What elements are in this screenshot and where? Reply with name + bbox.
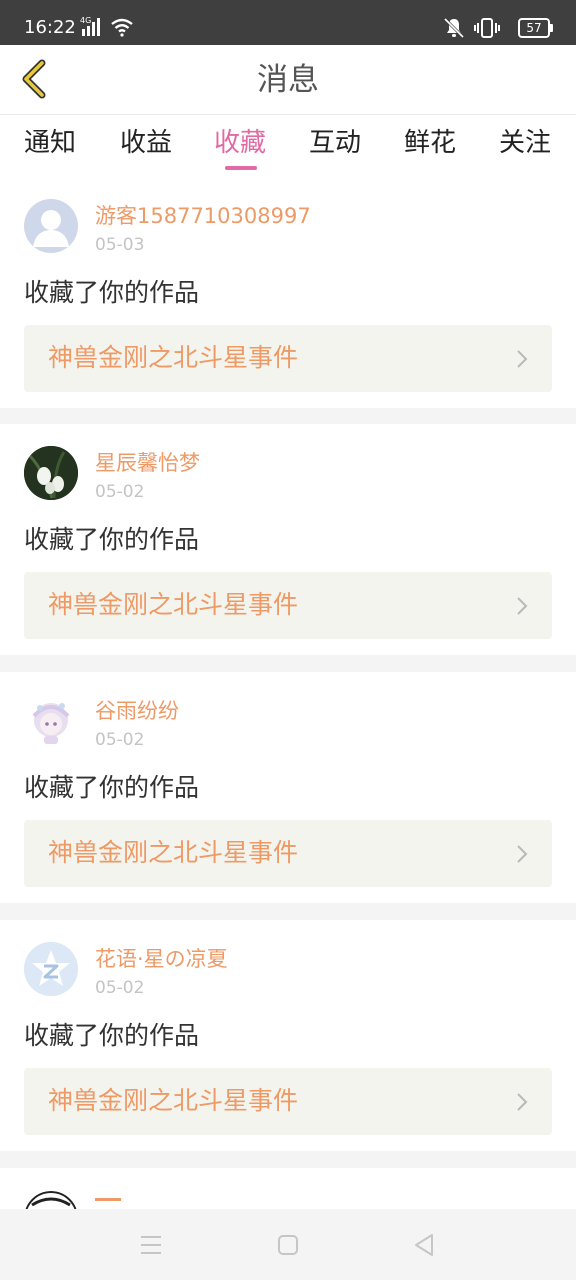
qzone-star-avatar-icon: [24, 942, 78, 996]
message-date: 05-02: [95, 482, 145, 502]
tab-earnings[interactable]: 收益: [120, 126, 172, 160]
wifi-icon: [110, 17, 134, 41]
default-user-avatar-icon: [33, 210, 69, 247]
partial-username: [95, 1198, 121, 1201]
work-link[interactable]: 神兽金刚之北斗星事件: [24, 1068, 552, 1135]
tab-favorites[interactable]: 收藏: [214, 126, 266, 160]
username[interactable]: 花语·星の凉夏: [95, 945, 228, 973]
work-link[interactable]: 神兽金刚之北斗星事件: [24, 572, 552, 639]
username[interactable]: 游客1587710308997: [95, 202, 311, 230]
menu-icon: [141, 1236, 161, 1254]
home-button[interactable]: [274, 1231, 302, 1259]
avatar[interactable]: [24, 694, 78, 748]
mute-icon: [443, 17, 465, 39]
list-item: 谷雨纷纷 05-02 收藏了你的作品 神兽金刚之北斗星事件: [0, 672, 576, 903]
battery-level: 57: [526, 21, 542, 35]
tab-interactions[interactable]: 互动: [309, 126, 361, 160]
message-date: 05-02: [95, 978, 145, 998]
username[interactable]: 谷雨纷纷: [95, 697, 179, 725]
chevron-right-icon: [517, 597, 528, 615]
avatar[interactable]: [24, 446, 78, 500]
home-square-icon: [278, 1235, 298, 1255]
status-time: 16:22: [24, 17, 76, 38]
network-type-label: 4G: [80, 16, 92, 25]
work-link[interactable]: 神兽金刚之北斗星事件: [24, 325, 552, 392]
tab-flowers[interactable]: 鲜花: [404, 126, 456, 160]
flower-photo-avatar-icon: [24, 446, 78, 500]
list-item: 游客1587710308997 05-03 收藏了你的作品 神兽金刚之北斗星事件: [0, 177, 576, 408]
action-text: 收藏了你的作品: [24, 1021, 200, 1050]
menu-button[interactable]: [137, 1231, 165, 1259]
work-link[interactable]: 神兽金刚之北斗星事件: [24, 820, 552, 887]
message-date: 05-02: [95, 730, 145, 750]
back-nav-button[interactable]: [410, 1231, 438, 1259]
work-title: 神兽金刚之北斗星事件: [48, 838, 299, 867]
active-tab-indicator: [225, 166, 257, 170]
list-item: 星辰馨怡梦 05-02 收藏了你的作品 神兽金刚之北斗星事件: [0, 424, 576, 655]
page-title: 消息: [257, 62, 319, 98]
battery-icon: 57: [518, 18, 554, 38]
chevron-right-icon: [517, 845, 528, 863]
message-date: 05-03: [95, 235, 145, 255]
tab-follows[interactable]: 关注: [499, 126, 551, 160]
action-text: 收藏了你的作品: [24, 278, 200, 307]
avatar[interactable]: [24, 199, 78, 253]
tab-notifications[interactable]: 通知: [24, 126, 76, 160]
signal-icon: 4G: [80, 16, 104, 41]
status-bar: 16:22 4G 57: [0, 0, 576, 45]
work-title: 神兽金刚之北斗星事件: [48, 590, 299, 619]
system-nav-bar: [0, 1209, 576, 1280]
list-item: 花语·星の凉夏 05-02 收藏了你的作品 神兽金刚之北斗星事件: [0, 920, 576, 1151]
chevron-right-icon: [517, 350, 528, 368]
action-text: 收藏了你的作品: [24, 773, 200, 802]
action-text: 收藏了你的作品: [24, 525, 200, 554]
back-triangle-icon: [415, 1234, 433, 1256]
header: 消息: [0, 45, 576, 115]
avatar[interactable]: [24, 942, 78, 996]
chevron-right-icon: [517, 1093, 528, 1111]
username[interactable]: 星辰馨怡梦: [95, 449, 200, 477]
vibrate-icon: [474, 18, 500, 38]
anime-girl-avatar-icon: [32, 703, 70, 744]
tab-bar: 通知 收益 收藏 互动 鲜花 关注: [0, 115, 576, 177]
work-title: 神兽金刚之北斗星事件: [48, 343, 299, 372]
work-title: 神兽金刚之北斗星事件: [48, 1086, 299, 1115]
